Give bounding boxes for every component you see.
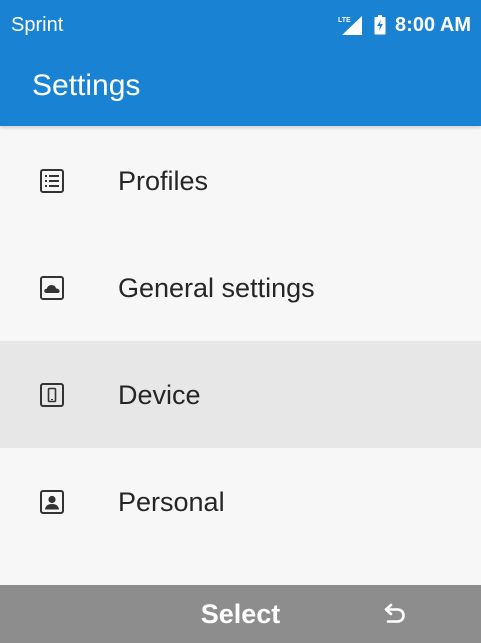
softkey-bar: Select [0,585,481,643]
app-bar: Settings [0,50,481,126]
clock: 8:00 AM [395,14,471,36]
settings-item-general-settings[interactable]: General settings [0,234,481,341]
settings-item-label: Profiles [118,166,209,196]
settings-item-label: Personal [118,487,225,517]
select-softkey[interactable]: Select [0,585,481,643]
person-icon [40,490,64,514]
settings-item-device[interactable]: Device [0,341,481,448]
cloud-icon [40,276,64,300]
phone-icon [40,383,64,407]
page-title: Settings [32,69,141,102]
signal-icon: LTE [338,16,363,35]
network-type-label: LTE [338,17,351,24]
carrier-name: Sprint [11,14,64,36]
status-bar: Sprint LTE 8:00 AM [0,0,481,50]
settings-item-label: Device [118,380,201,410]
list-icon [40,169,64,193]
battery-icon [374,15,386,35]
settings-item-personal[interactable]: Personal [0,448,481,555]
status-indicators: LTE 8:00 AM [338,13,471,37]
settings-list: Profiles General settings Device Persona… [0,127,481,555]
settings-item-label: General settings [118,273,315,303]
back-icon[interactable] [382,601,408,627]
settings-item-profiles[interactable]: Profiles [0,127,481,234]
